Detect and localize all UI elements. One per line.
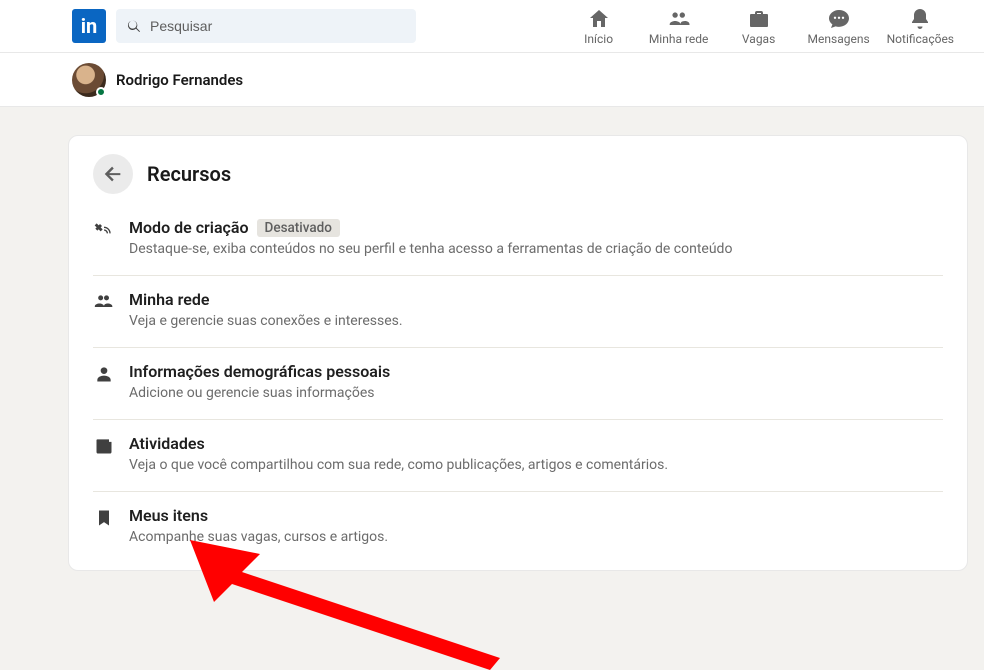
user-bar: Rodrigo Fernandes <box>0 53 984 107</box>
resource-title: Meus itens <box>129 506 208 525</box>
nav-home-label: Início <box>584 32 613 46</box>
logo-text: in <box>81 14 98 38</box>
resources-card: Recursos Modo de criação Desativado Destaq… <box>68 135 968 571</box>
resource-body: Atividades Veja o que você compartilhou c… <box>129 434 943 475</box>
newspaper-icon <box>93 436 115 456</box>
search-icon <box>126 18 142 34</box>
resource-body: Meus itens Acompanhe suas vagas, cursos e… <box>129 506 943 547</box>
presence-indicator <box>96 87 106 97</box>
page-title: Recursos <box>147 162 231 186</box>
resource-title: Modo de criação <box>129 218 249 237</box>
briefcase-icon <box>747 7 771 31</box>
arrow-left-icon <box>102 163 124 185</box>
resource-item-people[interactable]: Minha rede Veja e gerencie suas conexões … <box>93 275 943 347</box>
nav-jobs[interactable]: Vagas <box>721 3 797 50</box>
nav-items: Início Minha rede Vagas Mensagens Notifi… <box>561 3 960 50</box>
nav-network-label: Minha rede <box>649 32 709 46</box>
nav-messages[interactable]: Mensagens <box>801 3 877 50</box>
person-icon <box>93 364 115 384</box>
search-input[interactable] <box>150 18 406 34</box>
resource-title: Atividades <box>129 434 205 453</box>
resource-item-person[interactable]: Informações demográficas pessoais Adicion… <box>93 347 943 419</box>
resource-item-satellite[interactable]: Modo de criação Desativado Destaque-se, ex… <box>93 212 943 275</box>
resource-body: Modo de criação Desativado Destaque-se, ex… <box>129 218 943 259</box>
resource-item-newspaper[interactable]: Atividades Veja o que você compartilhou c… <box>93 419 943 491</box>
resource-item-bookmark[interactable]: Meus itens Acompanhe suas vagas, cursos e… <box>93 491 943 563</box>
people-icon <box>93 292 115 312</box>
resource-title: Informações demográficas pessoais <box>129 362 390 381</box>
resource-desc: Adicione ou gerencie suas informações <box>129 384 943 403</box>
user-name: Rodrigo Fernandes <box>116 71 243 89</box>
home-icon <box>587 7 611 31</box>
search-box[interactable] <box>116 9 416 43</box>
avatar[interactable] <box>72 63 106 97</box>
card-header: Recursos <box>93 154 943 194</box>
resource-desc: Destaque-se, exiba conteúdos no seu perf… <box>129 240 943 259</box>
resource-body: Minha rede Veja e gerencie suas conexões … <box>129 290 943 331</box>
nav-notifications-label: Notificações <box>887 32 954 46</box>
nav-notifications[interactable]: Notificações <box>881 3 960 50</box>
resource-body: Informações demográficas pessoais Adicion… <box>129 362 943 403</box>
status-badge: Desativado <box>257 219 340 237</box>
resource-title: Minha rede <box>129 290 209 309</box>
nav-network[interactable]: Minha rede <box>641 3 717 50</box>
resource-desc: Acompanhe suas vagas, cursos e artigos. <box>129 528 943 547</box>
page-body: Recursos Modo de criação Desativado Destaq… <box>0 107 984 571</box>
top-nav: in Início Minha rede Vagas Mensagens Not… <box>0 0 984 53</box>
nav-home[interactable]: Início <box>561 3 637 50</box>
resource-desc: Veja e gerencie suas conexões e interess… <box>129 312 943 331</box>
resource-desc: Veja o que você compartilhou com sua red… <box>129 456 943 475</box>
linkedin-logo[interactable]: in <box>72 9 106 43</box>
nav-jobs-label: Vagas <box>742 32 775 46</box>
back-button[interactable] <box>93 154 133 194</box>
message-icon <box>827 7 851 31</box>
satellite-icon <box>93 220 115 240</box>
nav-messages-label: Mensagens <box>808 32 870 46</box>
people-icon <box>667 7 691 31</box>
bookmark-icon <box>93 508 115 528</box>
bell-icon <box>908 7 932 31</box>
